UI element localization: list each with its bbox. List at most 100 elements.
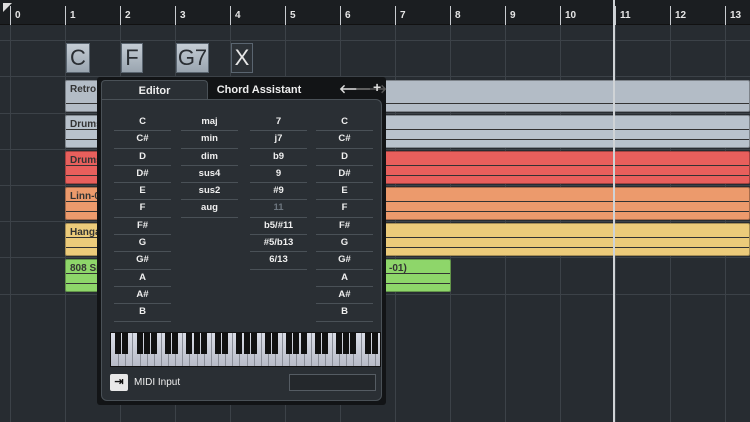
chord-option[interactable]: D#	[316, 166, 373, 184]
midi-input-label: MIDI Input	[134, 377, 181, 388]
bass-note-list: C C# D D# E F F# G G# A A# B	[316, 114, 373, 322]
white-key[interactable]	[260, 333, 262, 366]
chord-option[interactable]: A#	[114, 287, 171, 305]
black-key[interactable]	[286, 333, 293, 354]
black-key[interactable]	[250, 333, 257, 354]
chord-event[interactable]: F	[121, 43, 143, 73]
chord-option[interactable]: b9	[250, 149, 307, 166]
chord-option[interactable]: E	[114, 183, 171, 201]
black-key[interactable]	[136, 333, 143, 354]
white-key[interactable]	[332, 333, 334, 366]
chord-option[interactable]: sus4	[181, 166, 238, 184]
chord-option[interactable]: 9	[250, 166, 307, 184]
ruler-bar-label: 12	[670, 6, 686, 25]
chord-option[interactable]: b5/#11	[250, 218, 307, 236]
black-key[interactable]	[115, 333, 122, 354]
chord-option[interactable]: G	[114, 235, 171, 253]
add-icon[interactable]: +	[373, 79, 381, 95]
white-key[interactable]	[182, 333, 184, 366]
black-key[interactable]	[364, 333, 371, 354]
timeline-ruler[interactable]: 0 1 2 3 4 5 6 7 8 9 10 11 12 13	[0, 0, 750, 25]
black-key[interactable]	[172, 333, 179, 354]
black-key[interactable]	[272, 333, 279, 354]
white-key[interactable]	[132, 333, 134, 366]
black-key[interactable]	[193, 333, 200, 354]
chord-option[interactable]: #5/b13	[250, 235, 307, 253]
ruler-bar-label: 11	[615, 6, 631, 25]
chord-option[interactable]: D	[316, 149, 373, 166]
chord-option[interactable]: maj	[181, 114, 238, 132]
chord-option[interactable]: 6/13	[250, 252, 307, 270]
chord-option[interactable]: dim	[181, 149, 238, 166]
chord-option[interactable]: D#	[114, 166, 171, 184]
chord-event[interactable]: X	[231, 43, 253, 73]
chord-option[interactable]: G	[316, 235, 373, 253]
black-key[interactable]	[371, 333, 378, 354]
chord-option[interactable]: C#	[316, 131, 373, 149]
black-key[interactable]	[222, 333, 229, 354]
midi-input-icon: ⇥	[114, 376, 124, 388]
chord-option[interactable]: min	[181, 131, 238, 149]
black-key[interactable]	[143, 333, 150, 354]
chord-option[interactable]: G#	[114, 252, 171, 270]
chord-option[interactable]: F#	[114, 218, 171, 236]
white-key[interactable]	[310, 333, 312, 366]
chord-option[interactable]: F	[114, 200, 171, 218]
chord-option[interactable]: 11	[250, 200, 307, 218]
chord-option[interactable]: A	[316, 270, 373, 287]
chord-option[interactable]: D	[114, 149, 171, 166]
black-key[interactable]	[343, 333, 350, 354]
black-key[interactable]	[236, 333, 243, 354]
white-key[interactable]	[282, 333, 284, 366]
black-key[interactable]	[336, 333, 343, 354]
white-key[interactable]	[232, 333, 234, 366]
chord-option[interactable]: #9	[250, 183, 307, 201]
midi-input-field[interactable]	[289, 374, 376, 391]
chord-option[interactable]: C	[114, 114, 171, 132]
black-key[interactable]	[264, 333, 271, 354]
chord-option[interactable]: E	[316, 183, 373, 201]
white-key[interactable]	[360, 333, 362, 366]
black-key[interactable]	[165, 333, 172, 354]
chord-option[interactable]: B	[114, 304, 171, 322]
chord-option[interactable]: sus2	[181, 183, 238, 201]
chord-editor-dialog: Editor Chord Assistant 🡐 🡒 + C C# D D# E F F# G…	[97, 77, 387, 405]
chord-option[interactable]: aug	[181, 200, 238, 218]
playhead-cursor[interactable]	[613, 0, 615, 422]
tension-list: 7 j7 b9 9 #9 11 b5/#11 #5/b13 6/13	[250, 114, 307, 270]
ruler-bar-label: 1	[65, 6, 76, 25]
chord-event[interactable]: G7	[176, 43, 209, 73]
ruler-bar-label: 8	[450, 6, 461, 25]
chord-option[interactable]: C#	[114, 131, 171, 149]
chord-option[interactable]: F#	[316, 218, 373, 236]
black-key[interactable]	[122, 333, 129, 354]
black-key[interactable]	[186, 333, 193, 354]
chord-option[interactable]: C	[316, 114, 373, 132]
black-key[interactable]	[150, 333, 157, 354]
black-key[interactable]	[214, 333, 221, 354]
chord-option[interactable]: j7	[250, 131, 307, 149]
chord-option[interactable]: G#	[316, 252, 373, 270]
midi-input-button[interactable]: ⇥	[110, 374, 128, 391]
chord-option[interactable]: B	[316, 304, 373, 322]
ruler-bar-label: 13	[725, 6, 741, 25]
part-name: Retro	[70, 84, 97, 95]
chord-option[interactable]: 7	[250, 114, 307, 132]
chord-option[interactable]: A#	[316, 287, 373, 305]
forward-arrow-icon[interactable]: 🡒	[355, 81, 387, 96]
black-key[interactable]	[293, 333, 300, 354]
chord-option[interactable]: F	[316, 200, 373, 218]
black-key[interactable]	[321, 333, 328, 354]
black-key[interactable]	[314, 333, 321, 354]
chord-event[interactable]: C	[66, 43, 90, 73]
black-key[interactable]	[200, 333, 207, 354]
tab-chord-assistant[interactable]: Chord Assistant	[209, 80, 309, 100]
black-key[interactable]	[350, 333, 357, 354]
black-key[interactable]	[300, 333, 307, 354]
tab-editor[interactable]: Editor	[101, 80, 208, 100]
white-key[interactable]	[210, 333, 212, 366]
black-key[interactable]	[243, 333, 250, 354]
piano-keyboard[interactable]	[110, 332, 381, 367]
white-key[interactable]	[160, 333, 162, 366]
chord-option[interactable]: A	[114, 270, 171, 287]
